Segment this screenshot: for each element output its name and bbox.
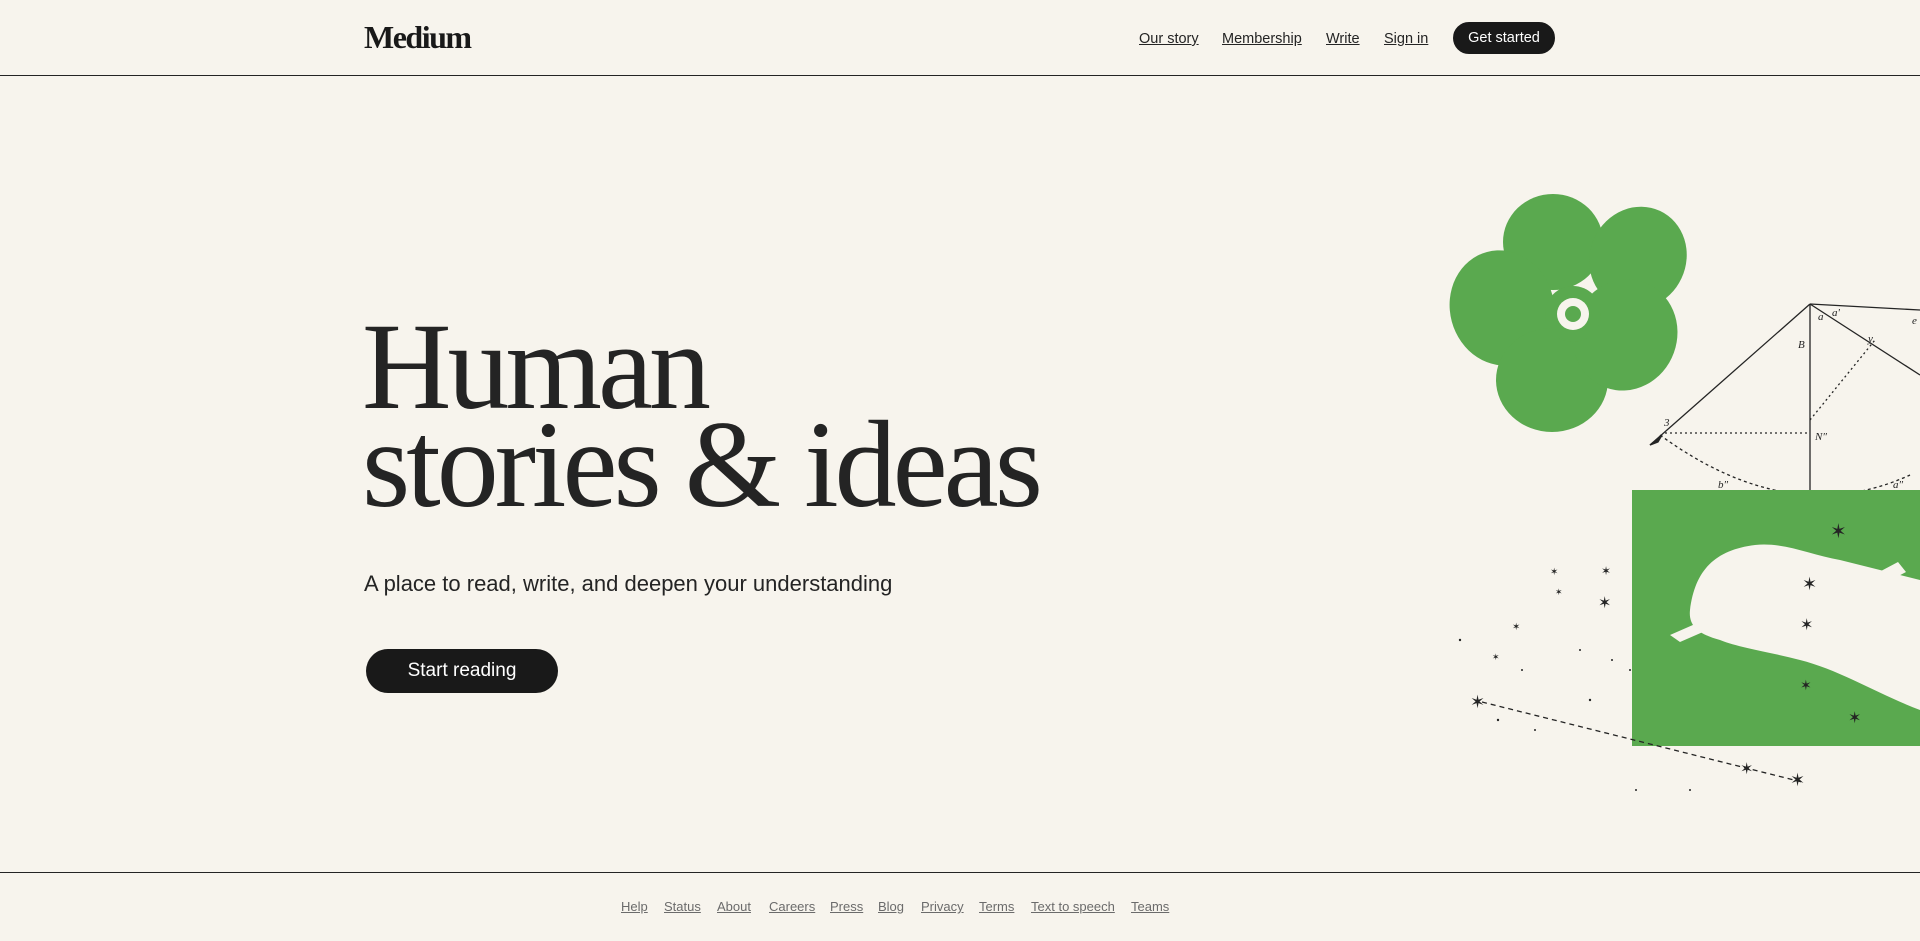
svg-text:✶: ✶ (1492, 652, 1500, 662)
svg-text:e: e (1912, 315, 1917, 327)
svg-text:b″: b″ (1718, 479, 1729, 491)
footer-link-status[interactable]: Status (664, 899, 701, 914)
svg-text:✶: ✶ (1848, 710, 1861, 727)
nav-link-sign-in[interactable]: Sign in (1384, 30, 1428, 48)
medium-logo-link[interactable]: Medium (364, 21, 472, 53)
svg-text:3: 3 (1663, 417, 1670, 429)
svg-text:✶: ✶ (1550, 567, 1558, 578)
get-started-button[interactable]: Get started (1453, 22, 1555, 54)
geometry-labels: B N″ E a″ b″ 3 a a' y e (1663, 307, 1917, 511)
flower-illustration (1449, 194, 1687, 432)
footer-link-help[interactable]: Help (621, 899, 648, 914)
hero-title-line-2: stories & ideas (362, 396, 1043, 533)
svg-text:y: y (1867, 333, 1873, 345)
top-navbar: Medium Our story Membership Write Sign i… (0, 0, 1920, 76)
nav-link-membership[interactable]: Membership (1222, 30, 1302, 48)
footer-link-teams[interactable]: Teams (1131, 899, 1169, 914)
svg-text:✶: ✶ (1740, 761, 1753, 778)
svg-text:✶: ✶ (1830, 521, 1847, 543)
hero-title: Human stories & ideas (362, 305, 1043, 533)
start-reading-button[interactable]: Start reading (366, 649, 558, 693)
svg-text:a: a (1818, 311, 1824, 323)
hero-subtitle: A place to read, write, and deepen your … (364, 571, 893, 596)
svg-text:✶: ✶ (1800, 617, 1813, 634)
svg-text:a': a' (1832, 307, 1841, 319)
svg-text:✶: ✶ (1800, 677, 1812, 693)
footer-link-text-to-speech[interactable]: Text to speech (1031, 899, 1115, 914)
hero-illustration: B N″ E a″ b″ 3 a a' y e ✶ ✶ ✶ ✶ ✶ ✶ ✶ ✶ (1449, 194, 1920, 791)
svg-text:B: B (1798, 339, 1805, 351)
svg-text:a″: a″ (1893, 479, 1904, 491)
footer-link-terms[interactable]: Terms (979, 899, 1014, 914)
footer-link-blog[interactable]: Blog (878, 899, 904, 914)
svg-text:✶: ✶ (1802, 574, 1817, 594)
footer: Help Status About Careers Press Blog Pri… (0, 872, 1920, 941)
nav-link-write[interactable]: Write (1326, 30, 1360, 48)
geometry-diagram (1649, 303, 1920, 500)
svg-text:✶: ✶ (1598, 595, 1611, 612)
nav-link-our-story[interactable]: Our story (1139, 30, 1199, 48)
svg-text:✶: ✶ (1512, 622, 1520, 633)
footer-link-press[interactable]: Press (830, 899, 863, 914)
footer-link-privacy[interactable]: Privacy (921, 899, 964, 914)
footer-link-about[interactable]: About (717, 899, 751, 914)
svg-text:✶: ✶ (1555, 587, 1563, 597)
svg-text:N″: N″ (1814, 431, 1827, 443)
svg-text:✶: ✶ (1601, 564, 1611, 578)
footer-link-careers[interactable]: Careers (769, 899, 815, 914)
